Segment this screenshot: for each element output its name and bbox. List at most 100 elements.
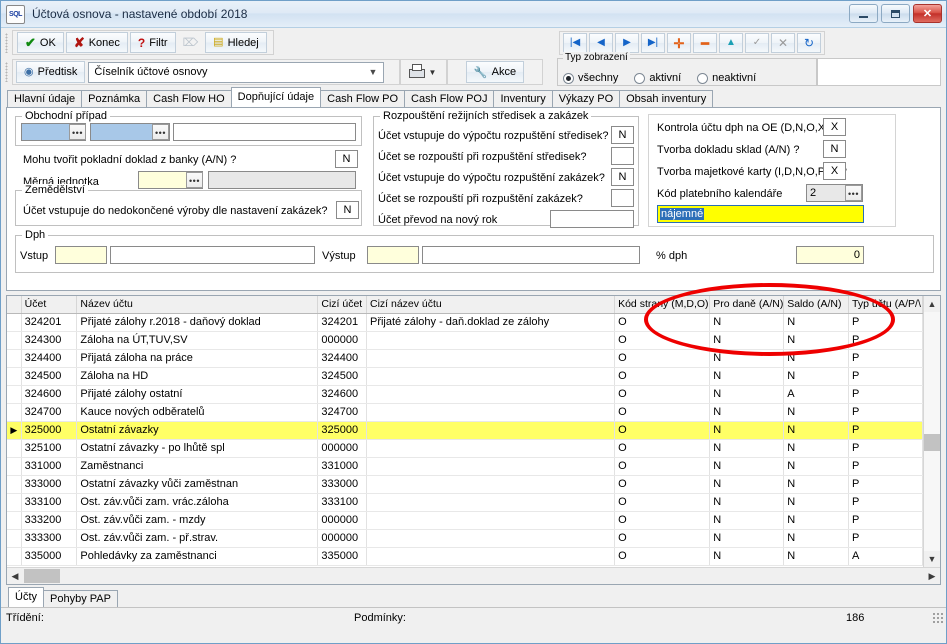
nav-delete-button[interactable]: ━ <box>693 33 717 53</box>
bottom-tab-pohyby-pap[interactable]: Pohyby PAP <box>43 590 118 607</box>
cell-kod-strany: O <box>614 349 711 368</box>
scroll-left-icon[interactable]: ◀ <box>7 568 23 584</box>
nav-prev-button[interactable]: ◀ <box>589 33 613 53</box>
col-nazev-uctu[interactable]: Název účtu <box>76 296 319 314</box>
dph-vstup-text-input[interactable] <box>110 246 315 264</box>
nav-add-button[interactable]: ✛ <box>667 33 691 53</box>
nav-edit-button[interactable]: ▲ <box>719 33 743 53</box>
tab-poznamka[interactable]: Poznámka <box>81 90 148 107</box>
tab-cash-flow-ho[interactable]: Cash Flow HO <box>146 90 232 107</box>
cell-cizi-nazev-uctu <box>366 421 616 440</box>
printer-icon[interactable] <box>407 64 425 80</box>
cell-kod-strany: O <box>614 331 711 350</box>
kod-kalendare-lookup-button[interactable]: ••• <box>845 185 862 201</box>
radio-vsechny[interactable]: všechny <box>563 72 618 84</box>
col-saldo[interactable]: Saldo (A/N) <box>783 296 850 314</box>
hledej-button[interactable]: ▤ Hledej <box>205 32 267 53</box>
table-row[interactable]: 331000 Zaměstnanci 331000 O N N P <box>7 457 923 476</box>
table-row[interactable]: 335000 Pohledávky za zaměstnanci 335000 O N N… <box>7 547 923 566</box>
tab-dopnujici-udaje[interactable]: Dopňující údaje <box>230 87 322 107</box>
toolbar-grip-2[interactable] <box>5 62 8 82</box>
filtr-button[interactable]: ? Filtr <box>129 32 176 53</box>
rozp-zakazek-vstup-input[interactable]: N <box>611 168 634 186</box>
hscroll-thumb[interactable] <box>24 569 60 583</box>
vscroll-track[interactable] <box>924 312 940 551</box>
table-row[interactable]: 333000 Ostatní závazky vůči zaměstnan 3330… <box>7 475 923 494</box>
toolbar-grip[interactable] <box>5 32 8 53</box>
kod-kalendare-desc-input[interactable]: nájemné <box>657 205 864 223</box>
row-marker-cell <box>7 313 22 332</box>
nav-last-button[interactable]: ▶| <box>641 33 665 53</box>
printer-dropdown-icon[interactable]: ▼ <box>429 68 437 77</box>
table-row[interactable]: 324700 Kauce nových odběratelů 324700 O N N P <box>7 403 923 422</box>
broom-icon: ⌦ <box>182 37 199 49</box>
tab-obsah-inventury[interactable]: Obsah inventury <box>619 90 714 107</box>
obchodni-pripad-lookup1-button[interactable]: ••• <box>69 124 86 140</box>
table-row[interactable]: 324201 Přijaté zálohy r.2018 - daňový dok… <box>7 313 923 332</box>
minimize-button[interactable] <box>849 4 878 23</box>
pokladni-doklad-input[interactable]: N <box>335 150 358 168</box>
predtisk-button[interactable]: ◉ Předtisk <box>16 61 86 83</box>
col-ucet[interactable]: Účet <box>21 296 78 314</box>
tab-vykazy-po[interactable]: Výkazy PO <box>551 90 621 107</box>
maximize-button[interactable] <box>881 4 910 23</box>
dph-percent-input[interactable]: 0 <box>796 246 864 264</box>
nav-refresh-button[interactable]: ↻ <box>797 33 821 53</box>
table-row[interactable]: 333100 Ost. záv.vůči zam. vrác.záloha 3331… <box>7 493 923 512</box>
nav-first-button[interactable]: |◀ <box>563 33 587 53</box>
rozp-zakazek-input[interactable] <box>611 189 634 207</box>
radio-neaktivni[interactable]: neaktivní <box>697 72 756 84</box>
tab-hlavni-udaje[interactable]: Hlavní údaje <box>7 90 83 107</box>
kontrola-dph-oe-input[interactable]: X <box>823 118 846 136</box>
table-row[interactable]: 324300 Záloha na ÚT,TUV,SV 000000 O N N P <box>7 331 923 350</box>
tvorba-majetkove-karty-input[interactable]: X <box>823 162 846 180</box>
cell-kod-strany: O <box>614 475 711 494</box>
table-row[interactable]: 324600 Přijaté zálohy ostatní 324600 O N A P <box>7 385 923 404</box>
tvorba-dokladu-sklad-input[interactable]: N <box>823 140 846 158</box>
table-row[interactable]: ▶ 325000 Ostatní závazky 325000 O N N P <box>7 421 923 440</box>
dph-vystup-text-input[interactable] <box>422 246 640 264</box>
dph-vstup-code-input[interactable] <box>55 246 107 264</box>
merna-jednotka-lookup-button[interactable]: ••• <box>186 172 203 188</box>
table-row[interactable]: 324400 Přijatá záloha na práce 324400 O N N P <box>7 349 923 368</box>
rozp-stredisek-vstup-input[interactable]: N <box>611 126 634 144</box>
col-typ-uctu[interactable]: Typ účtu (A/P/\ <box>848 296 923 314</box>
scroll-right-icon[interactable]: ▶ <box>924 568 940 584</box>
col-cizi-nazev-uctu[interactable]: Cizí název účtu <box>366 296 616 314</box>
zemedelstvi-input[interactable]: N <box>336 201 359 219</box>
konec-button[interactable]: ✘ Konec <box>65 32 128 53</box>
accounts-grid-viewport[interactable]: Účet Název účtu Cizí účet Cizí název účt… <box>7 296 923 567</box>
table-row[interactable]: 333200 Ost. záv.vůči zam. - mzdy 000000 O N N… <box>7 511 923 530</box>
obchodni-pripad-name-input[interactable] <box>173 123 356 141</box>
table-row[interactable]: 324500 Záloha na HD 324500 O N N P <box>7 367 923 386</box>
table-row[interactable]: 333300 Ost. záv.vůči zam. - př.strav. 0000… <box>7 529 923 548</box>
scroll-down-icon[interactable]: ▼ <box>924 551 940 567</box>
tab-cash-flow-poj[interactable]: Cash Flow POJ <box>404 90 495 107</box>
resize-grip[interactable] <box>932 612 944 624</box>
prevod-novy-rok-input[interactable] <box>550 210 634 228</box>
filter-clear-button[interactable]: ⌦ <box>178 32 204 53</box>
nav-cancel-button[interactable]: ✕ <box>771 33 795 53</box>
grid-horizontal-scrollbar[interactable]: ◀ ▶ <box>7 567 940 584</box>
radio-aktivni[interactable]: aktivní <box>634 72 681 84</box>
grid-vertical-scrollbar[interactable]: ▲ ▼ <box>923 296 940 567</box>
obchodni-pripad-lookup2-button[interactable]: ••• <box>152 124 169 140</box>
col-pro-dane[interactable]: Pro daně (A/N) <box>709 296 785 314</box>
nav-next-button[interactable]: ▶ <box>615 33 639 53</box>
table-row[interactable]: 325100 Ostatní závazky - po lhůtě spl 0000… <box>7 439 923 458</box>
cell-typ-uctu: P <box>848 331 923 350</box>
col-cizi-ucet[interactable]: Cizí účet <box>317 296 367 314</box>
bottom-tab-ucty[interactable]: Účty <box>8 587 44 607</box>
tab-cash-flow-po[interactable]: Cash Flow PO <box>320 90 406 107</box>
ok-button[interactable]: ✔ OK <box>17 32 64 53</box>
rozp-stredisek-input[interactable] <box>611 147 634 165</box>
scroll-up-icon[interactable]: ▲ <box>924 296 940 312</box>
close-button[interactable]: ✕ <box>913 4 942 23</box>
tab-inventury[interactable]: Inventury <box>493 90 553 107</box>
col-kod-strany[interactable]: Kód strany (M,D,O) <box>614 296 711 314</box>
nav-post-button[interactable]: ✓ <box>745 33 769 53</box>
osnova-combobox[interactable]: Číselník účtové osnovy ▼ <box>88 61 385 83</box>
akce-button[interactable]: 🔧 Akce <box>465 61 525 83</box>
vscroll-thumb[interactable] <box>924 434 940 451</box>
dph-vystup-code-input[interactable] <box>367 246 419 264</box>
